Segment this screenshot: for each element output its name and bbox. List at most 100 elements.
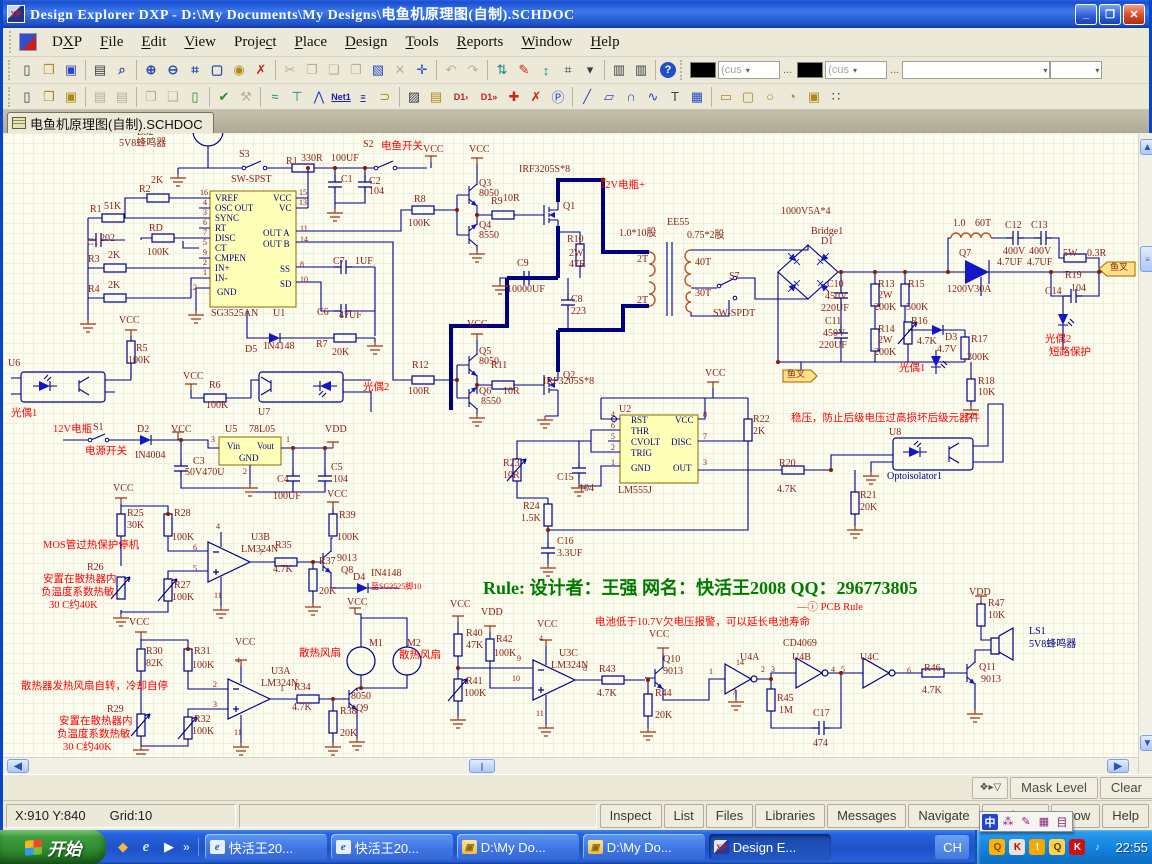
panel-tab-navigate[interactable]: Navigate — [908, 804, 979, 828]
zoom-in-icon[interactable]: ⊕ — [141, 60, 161, 80]
panel-tab-list[interactable]: List — [664, 804, 704, 828]
scroll-right-button[interactable]: ▶ — [1107, 759, 1129, 773]
place-line-icon[interactable]: ╱ — [577, 87, 597, 107]
zoom-document-icon[interactable]: ▢ — [207, 60, 227, 80]
internet-explorer-icon[interactable]: e — [137, 838, 155, 856]
undo-icon[interactable]: ↶ — [441, 60, 461, 80]
wizard-icon[interactable]: ✎ — [514, 60, 534, 80]
taskbar-task-dxp[interactable]: XPDesign E... — [709, 834, 831, 860]
menu-file[interactable]: File — [91, 31, 132, 53]
part-color-more-button[interactable]: ... — [890, 64, 899, 76]
ime-menu-icon[interactable]: 目 — [1054, 814, 1070, 830]
place-sheet-symbol-icon[interactable]: ▨ — [404, 87, 424, 107]
copy-icon[interactable]: ❐ — [302, 60, 322, 80]
deselect-icon[interactable]: ✕ — [390, 60, 410, 80]
toolbar-grip[interactable] — [8, 60, 13, 80]
place-sigmoid-icon[interactable]: ∿ — [643, 87, 663, 107]
place-array-icon[interactable]: ∷ — [826, 87, 846, 107]
libraries-panel-icon[interactable]: ▥ — [631, 60, 651, 80]
qq-status-icon[interactable]: Q — [989, 839, 1005, 855]
ime-language-icon[interactable]: 中 — [982, 814, 998, 830]
taskbar-task-ie[interactable]: e快活王20... — [205, 834, 327, 860]
remove-sheet-icon[interactable]: ▤ — [112, 87, 132, 107]
menu-reports[interactable]: Reports — [448, 31, 513, 53]
menu-view[interactable]: View — [175, 31, 225, 53]
part-color-swatch[interactable] — [797, 62, 823, 78]
ime-toolbar[interactable]: 中 ⁂✎▦目 — [979, 811, 1073, 832]
title-bar[interactable]: XP Design Explorer DXP - D:\My Documents… — [3, 0, 1149, 28]
paste-array-icon[interactable]: ❒ — [346, 60, 366, 80]
zoom-area-icon[interactable]: ⌗ — [185, 60, 205, 80]
new-sheet-icon[interactable]: ▯ — [17, 87, 37, 107]
scroll-down-button[interactable]: ▼ — [1140, 735, 1152, 751]
mask-level-button[interactable]: Mask Level — [1010, 777, 1098, 799]
qq-messenger-icon[interactable]: Q — [1049, 839, 1065, 855]
menu-grip[interactable] — [9, 31, 15, 53]
place-arc-icon[interactable]: ∩ — [621, 87, 641, 107]
compile-project-icon[interactable]: ✔ — [214, 87, 234, 107]
start-button[interactable]: 开始 — [0, 830, 106, 864]
scroll-up-button[interactable]: ▲ — [1140, 139, 1152, 155]
place-bus-entry-icon[interactable]: ⋀ — [309, 87, 329, 107]
cross-probe-icon[interactable]: ⇅ — [492, 60, 512, 80]
net-filter-dropdown[interactable]: ▾ — [902, 61, 1050, 79]
cut-icon[interactable]: ✂ — [280, 60, 300, 80]
menu-design[interactable]: Design — [336, 31, 397, 53]
select-area-icon[interactable]: ▧ — [368, 60, 388, 80]
place-pie-icon[interactable]: ◔ — [782, 87, 802, 107]
ime-softkeyboard-icon[interactable]: ▦ — [1036, 814, 1052, 830]
vertical-scrollbar[interactable]: ▲ ≡ ▼ — [1138, 133, 1152, 774]
paste-sheet-icon[interactable]: ❑ — [163, 87, 183, 107]
place-text-icon[interactable]: T — [665, 87, 685, 107]
compile-doc-icon[interactable]: ▯ — [185, 87, 205, 107]
place-parameter-icon[interactable]: Ⓟ — [548, 87, 568, 107]
panel-tab-inspect[interactable]: Inspect — [600, 804, 662, 828]
security-alert-icon[interactable]: ! — [1029, 839, 1045, 855]
new-document-icon[interactable]: ▯ — [17, 60, 37, 80]
place-net-label-icon[interactable]: Net1 — [331, 87, 351, 107]
wire-color-dropdown[interactable]: (cus▾ — [718, 61, 780, 79]
menu-window[interactable]: Window — [512, 31, 581, 53]
horizontal-scrollbar[interactable]: ◀ ∥ ▶ — [3, 757, 1138, 774]
wire-color-more-button[interactable]: ... — [783, 64, 792, 76]
move-icon[interactable]: ✛ — [412, 60, 432, 80]
ime-mode-icon[interactable]: ⁂ — [1000, 814, 1016, 830]
media-player-icon[interactable]: ▶ — [160, 838, 178, 856]
grid-cycle-icon[interactable]: ⌗ — [558, 60, 578, 80]
redo-icon[interactable]: ↷ — [463, 60, 483, 80]
zoom-selection-icon[interactable]: ◉ — [229, 60, 249, 80]
menu-place[interactable]: Place — [286, 31, 336, 53]
panel-tab-messages[interactable]: Messages — [827, 804, 906, 828]
save-project-icon[interactable]: ▣ — [61, 87, 81, 107]
restore-button[interactable]: ❐ — [1099, 4, 1121, 25]
menu-tools[interactable]: Tools — [397, 31, 448, 53]
place-table-icon[interactable]: ▦ — [687, 87, 707, 107]
close-button[interactable]: ✕ — [1123, 4, 1145, 25]
quicklaunch-overflow-chevron[interactable]: » — [183, 840, 190, 854]
scale-dropdown[interactable]: ▾ — [1050, 61, 1102, 79]
copy-sheet-icon[interactable]: ❐ — [141, 87, 161, 107]
panel-tab-help[interactable]: Help — [1102, 804, 1149, 828]
print-icon[interactable]: ▤ — [90, 60, 110, 80]
panel-tab-libraries[interactable]: Libraries — [755, 804, 825, 828]
open-project-icon[interactable]: ❒ — [39, 87, 59, 107]
place-sheet-entry-icon[interactable]: ▤ — [426, 87, 446, 107]
document-tab[interactable]: 电鱼机原理图(自制).SCHDOC — [7, 112, 214, 133]
place-round-rectangle-icon[interactable]: ▢ — [738, 87, 758, 107]
print-preview-icon[interactable]: ⌕ — [112, 60, 132, 80]
language-indicator[interactable]: CH — [935, 835, 969, 859]
add-sheet-icon[interactable]: ▤ — [90, 87, 110, 107]
place-gnd-power-port-icon[interactable]: ≡ — [353, 87, 373, 107]
clear-filter-icon[interactable]: ✗ — [251, 60, 271, 80]
show-desktop-icon[interactable]: ◆ — [114, 838, 132, 856]
wire-color-swatch[interactable] — [690, 62, 716, 78]
taskbar-task-folder[interactable]: ▣D:\My Do... — [583, 834, 705, 860]
panel-tab-files[interactable]: Files — [706, 804, 753, 828]
minimize-button[interactable]: _ — [1075, 4, 1097, 25]
menu-help[interactable]: Help — [581, 31, 628, 53]
place-no-erc-icon[interactable]: ✗ — [526, 87, 546, 107]
place-graphic-icon[interactable]: ▣ — [804, 87, 824, 107]
part-color-dropdown[interactable]: (cus▾ — [825, 61, 887, 79]
schematic-sheet[interactable]: LS25V8蜂鸣器S3SW-SPSTR1330R100UFC1C2104S2电鱼… — [3, 133, 1138, 757]
place-rectangle-icon[interactable]: ▭ — [716, 87, 736, 107]
